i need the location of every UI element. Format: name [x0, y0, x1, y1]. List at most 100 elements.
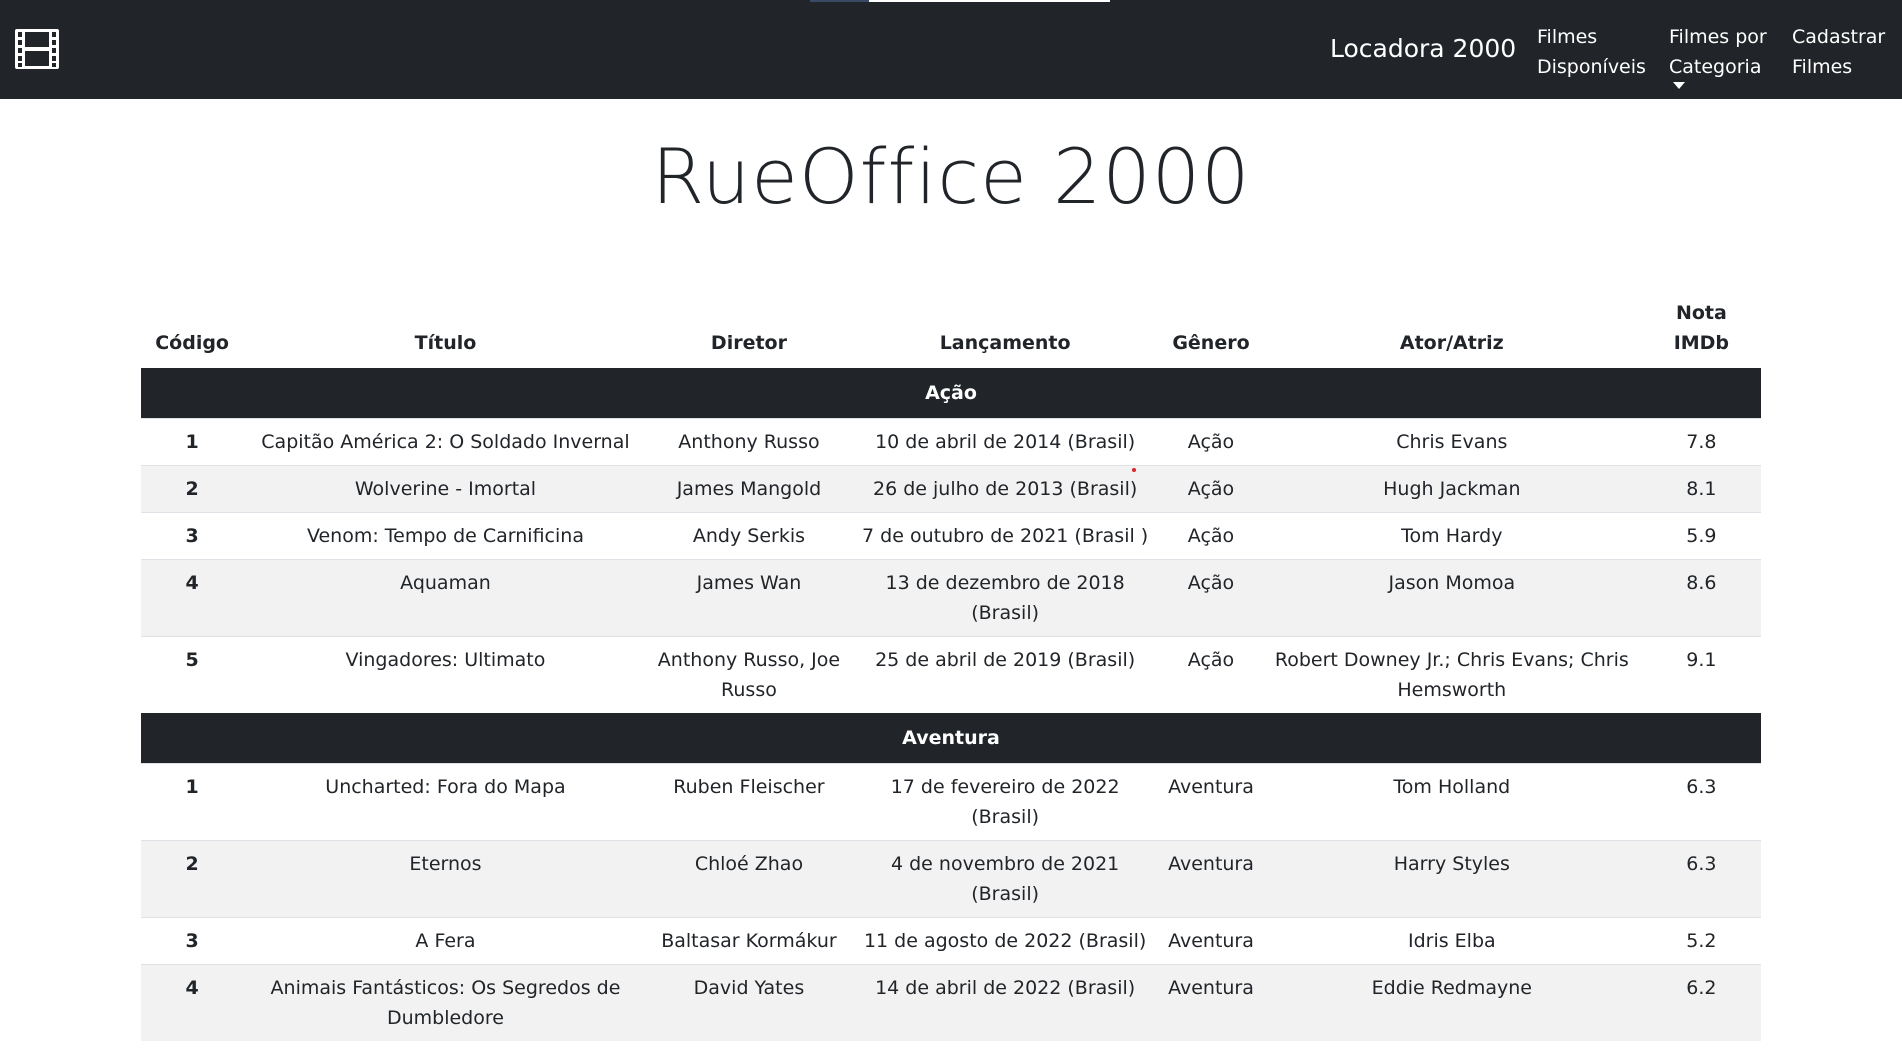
cell-lancamento: 10 de abril de 2014 (Brasil)	[850, 418, 1161, 466]
table-row: 2 Wolverine - Imortal James Mangold 26 de j…	[141, 465, 1761, 513]
cell-genero: Ação	[1160, 559, 1262, 637]
cell-codigo: 3	[141, 512, 244, 560]
nav-link-label-line2: Categoria	[1669, 52, 1767, 89]
group-row: Aventura	[141, 713, 1761, 764]
header-nota-line1: Nota	[1675, 302, 1727, 324]
top-indicator-dark	[810, 0, 869, 2]
cell-diretor: Ruben Fleischer	[647, 763, 851, 841]
cursor-dot	[1132, 468, 1136, 472]
cell-titulo: Uncharted: Fora do Mapa	[243, 763, 648, 841]
header-nota: Nota IMDb	[1642, 292, 1761, 368]
nav-link-label-line1: Filmes por	[1669, 26, 1767, 48]
cell-lancamento: 17 de fevereiro de 2022 (Brasil)	[850, 763, 1161, 841]
cell-ator: Tom Hardy	[1261, 512, 1642, 560]
navbar: Locadora 2000 Filmes Disponíveis Filmes …	[0, 0, 1902, 99]
table-row: 4 Aquaman James Wan 13 de dezembro de 2018 …	[141, 559, 1761, 637]
cell-genero: Ação	[1160, 512, 1262, 560]
cell-genero: Ação	[1160, 465, 1262, 513]
cell-lancamento: 14 de abril de 2022 (Brasil)	[850, 964, 1161, 1041]
cell-codigo: 4	[141, 559, 244, 637]
cell-titulo: Animais Fantásticos: Os Segredos de Dumb…	[243, 964, 648, 1041]
cell-nota: 7.8	[1641, 418, 1761, 466]
header-lancamento: Lançamento	[939, 332, 1071, 354]
nav-link-filmes-disponiveis[interactable]: Filmes Disponíveis	[1537, 22, 1646, 82]
nav-link-cadastrar-filmes[interactable]: Cadastrar Filmes	[1792, 22, 1885, 82]
cell-codigo: 2	[141, 465, 244, 513]
navbar-brand[interactable]: Locadora 2000	[1330, 34, 1516, 63]
cell-ator: Tom Holland	[1261, 763, 1642, 841]
movies-table: Código Título Diretor Lançamento Gênero …	[141, 292, 1761, 1041]
group-row: Ação	[141, 368, 1761, 419]
cell-genero: Ação	[1160, 636, 1262, 713]
cell-lancamento: 25 de abril de 2019 (Brasil)	[850, 636, 1161, 713]
cell-nota: 6.2	[1641, 964, 1761, 1041]
cell-nota: 5.2	[1641, 917, 1761, 965]
header-nota-line2: IMDb	[1673, 332, 1730, 354]
header-diretor: Diretor	[710, 332, 787, 354]
cell-lancamento: 4 de novembro de 2021 (Brasil)	[850, 840, 1161, 918]
cell-genero: Ação	[1160, 418, 1262, 466]
group-header: Aventura	[141, 713, 1761, 764]
cell-ator: Harry Styles	[1261, 840, 1642, 918]
nav-link-filmes-por-categoria[interactable]: Filmes por Categoria	[1669, 22, 1767, 89]
top-indicator	[869, 0, 1110, 2]
cell-codigo: 2	[141, 840, 244, 918]
cell-ator: Chris Evans	[1261, 418, 1642, 466]
nav-link-label-line2: Disponíveis	[1537, 56, 1646, 78]
table-row: 1 Capitão América 2: O Soldado Invernal An…	[141, 418, 1761, 466]
cell-codigo: 3	[141, 917, 244, 965]
cell-titulo: Aquaman	[243, 559, 648, 637]
table-row: 5 Vingadores: Ultimato Anthony Russo, Joe …	[141, 636, 1761, 713]
table-row: 4 Animais Fantásticos: Os Segredos de Dum…	[141, 964, 1761, 1041]
cell-diretor: Chloé Zhao	[647, 840, 851, 918]
caret-down-icon	[1673, 82, 1685, 89]
group-header: Ação	[141, 368, 1761, 419]
cell-diretor: Anthony Russo, Joe Russo	[647, 636, 851, 713]
cell-genero: Aventura	[1160, 840, 1262, 918]
cell-codigo: 1	[141, 418, 244, 466]
cell-titulo: Capitão América 2: O Soldado Invernal	[243, 418, 648, 466]
cell-titulo: Eternos	[243, 840, 648, 918]
cell-genero: Aventura	[1160, 917, 1262, 965]
cell-nota: 8.1	[1641, 465, 1761, 513]
cell-titulo: Wolverine - Imortal	[243, 465, 648, 513]
table-row: 3A Fera Baltasar Kormákur 11 de agosto de …	[141, 917, 1761, 965]
cell-lancamento: 13 de dezembro de 2018 (Brasil)	[850, 559, 1161, 637]
cell-nota: 5.9	[1641, 512, 1761, 560]
cell-genero: Aventura	[1160, 964, 1262, 1041]
table-header-row: Código Título Diretor Lançamento Gênero …	[141, 292, 1761, 368]
cell-diretor: James Wan	[647, 559, 851, 637]
header-codigo: Código	[155, 332, 229, 354]
cell-titulo: Vingadores: Ultimato	[243, 636, 648, 713]
cell-diretor: Baltasar Kormákur	[647, 917, 851, 965]
cell-nota: 6.3	[1641, 840, 1761, 918]
cell-titulo: Venom: Tempo de Carnificina	[243, 512, 648, 560]
table-row: 1 Uncharted: Fora do Mapa Ruben Fleischer 1…	[141, 763, 1761, 841]
cell-codigo: 1	[141, 763, 244, 841]
nav-link-label-text: Categoria	[1669, 56, 1762, 78]
nav-link-label-line2: Filmes	[1792, 56, 1853, 78]
nav-link-label-line1: Cadastrar	[1792, 26, 1886, 48]
cell-diretor: Andy Serkis	[647, 512, 851, 560]
cell-codigo: 5	[141, 636, 244, 713]
cell-nota: 8.6	[1641, 559, 1761, 637]
header-genero: Gênero	[1172, 332, 1250, 354]
cell-ator: Idris Elba	[1261, 917, 1642, 965]
table-row: 3 Venom: Tempo de Carnificina Andy Serkis 7…	[141, 512, 1761, 560]
nav-link-label-line1: Filmes	[1537, 26, 1598, 48]
cell-lancamento: 11 de agosto de 2022 (Brasil)	[850, 917, 1161, 965]
header-titulo: Título	[414, 332, 477, 354]
cell-ator: Robert Downey Jr.; Chris Evans; Chris He…	[1261, 636, 1642, 713]
cell-codigo: 4	[141, 964, 244, 1041]
cell-diretor: James Mangold	[647, 465, 851, 513]
cell-diretor: Anthony Russo	[647, 418, 851, 466]
cell-lancamento: 7 de outubro de 2021 (Brasil )	[850, 512, 1161, 560]
table-body: Ação 1 Capitão América 2: O Soldado Invern…	[141, 368, 1761, 1041]
film-strip-icon[interactable]	[14, 26, 60, 72]
cell-ator: Eddie Redmayne	[1261, 964, 1642, 1041]
cell-nota: 9.1	[1641, 636, 1761, 713]
cell-lancamento: 26 de julho de 2013 (Brasil)	[850, 465, 1161, 513]
cell-diretor: David Yates	[647, 964, 851, 1041]
cell-nota: 6.3	[1641, 763, 1761, 841]
cell-titulo: A Fera	[243, 917, 648, 965]
